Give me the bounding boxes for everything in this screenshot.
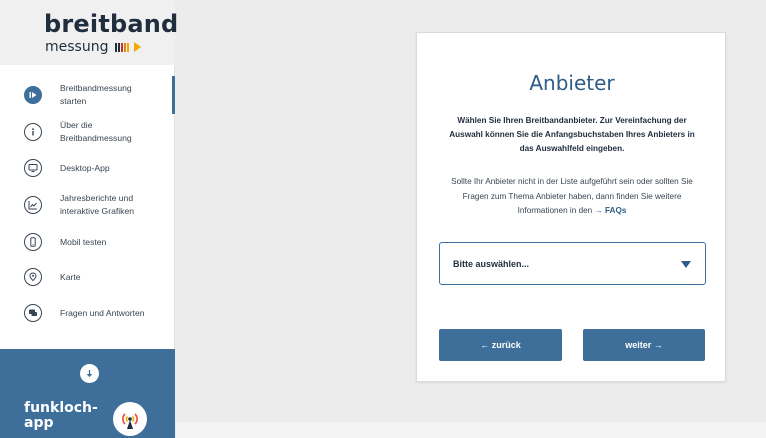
sidebar-item-label: Jahresberichte und interaktive Grafiken bbox=[60, 193, 135, 216]
info-icon bbox=[24, 123, 42, 141]
provider-info-text: Sollte Ihr Anbieter nicht in der Liste a… bbox=[451, 177, 693, 215]
back-button[interactable]: ← zurück bbox=[439, 329, 562, 361]
sidebar-item-label: Breitbandmessung starten bbox=[60, 83, 132, 106]
sidebar-item-mobil-testen[interactable]: Mobil testen bbox=[0, 223, 175, 261]
sidebar-item-breitbandmessung-starten[interactable]: Breitbandmessung starten bbox=[0, 76, 175, 114]
logo-sub-text: messung bbox=[45, 39, 109, 55]
chart-icon bbox=[24, 196, 42, 214]
sidebar-item-label: Fragen und Antworten bbox=[60, 307, 145, 318]
sidebar-item-jahresberichte[interactable]: Jahresberichte und interaktive Grafiken bbox=[0, 186, 175, 224]
page-title: Anbieter bbox=[529, 71, 615, 95]
sidebar-item-label: Karte bbox=[60, 271, 81, 282]
sidebar: breitband messung Breitbandmessung starte… bbox=[0, 0, 179, 438]
logo-main-text: breitband bbox=[44, 10, 179, 38]
funkloch-app-label: funkloch-app bbox=[24, 400, 98, 431]
map-pin-icon bbox=[24, 268, 42, 286]
logo-bars-icon bbox=[115, 42, 129, 52]
sidebar-item-ueber-die-breitbandmessung[interactable]: Über die Breitbandmessung bbox=[0, 113, 175, 151]
provider-card: Anbieter Wählen Sie Ihren Breitbandanbie… bbox=[416, 32, 726, 382]
footer-strip bbox=[176, 422, 766, 438]
sidebar-item-label: Desktop-App bbox=[60, 162, 110, 173]
arrow-down-icon[interactable] bbox=[80, 364, 99, 383]
funkloch-app-promo[interactable]: funkloch-app bbox=[0, 349, 175, 438]
sidebar-item-desktop-app[interactable]: Desktop-App bbox=[0, 149, 175, 187]
radio-tower-icon bbox=[113, 402, 147, 436]
chevron-down-icon bbox=[681, 261, 691, 268]
chat-icon bbox=[24, 304, 42, 322]
next-button[interactable]: weiter → bbox=[583, 329, 705, 361]
sidebar-item-karte[interactable]: Karte bbox=[0, 258, 175, 296]
sidebar-item-label: Mobil testen bbox=[60, 236, 107, 247]
provider-instructions: Wählen Sie Ihren Breitbandanbieter. Zur … bbox=[449, 116, 695, 153]
breitbandmessung-logo[interactable]: breitband messung bbox=[0, 0, 179, 65]
sidebar-item-label: Über die Breitbandmessung bbox=[60, 120, 132, 143]
play-icon bbox=[24, 86, 42, 104]
sidebar-item-fragen-und-antworten[interactable]: Fragen und Antworten bbox=[0, 294, 175, 332]
desktop-icon bbox=[24, 159, 42, 177]
logo-arrow-icon bbox=[134, 42, 141, 52]
provider-select[interactable]: Bitte auswählen... bbox=[439, 242, 706, 285]
faq-link[interactable]: → FAQs bbox=[595, 206, 627, 215]
provider-select-value: Bitte auswählen... bbox=[453, 259, 530, 269]
mobile-icon bbox=[24, 233, 42, 251]
